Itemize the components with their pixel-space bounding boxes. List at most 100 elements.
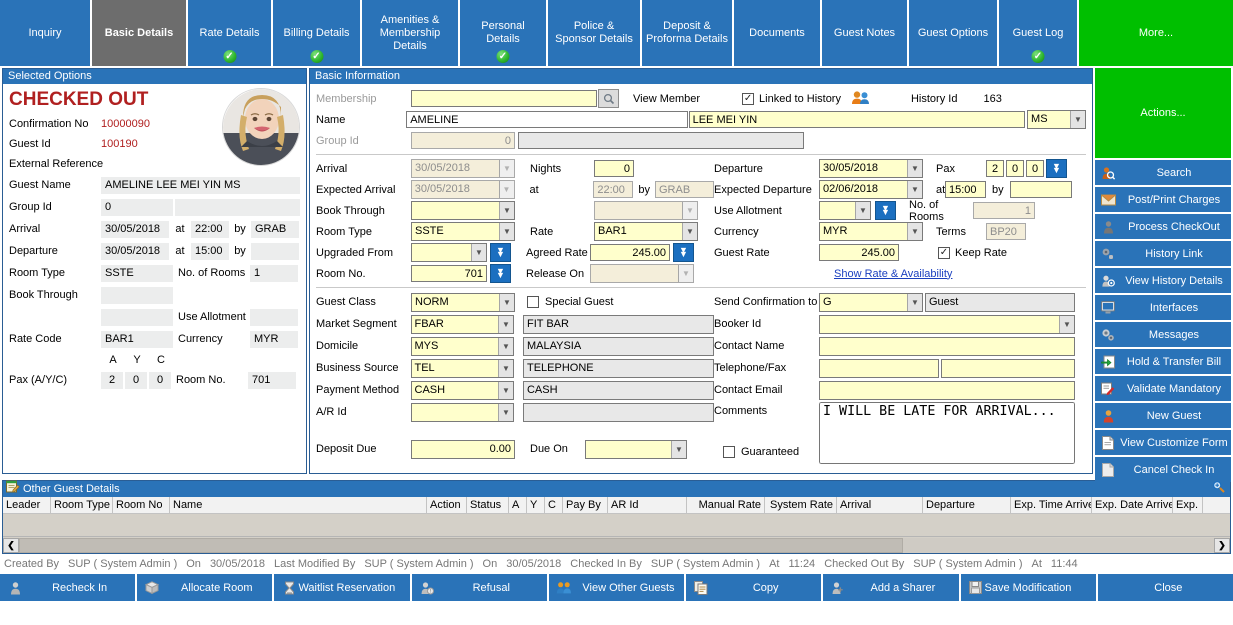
telephone-input[interactable] xyxy=(819,358,939,378)
booker-id-combo[interactable]: ▼ xyxy=(819,314,1075,334)
column-header-name[interactable]: Name xyxy=(170,497,427,513)
arrival-time-input[interactable] xyxy=(593,181,634,198)
upgraded-from-combo[interactable]: ▼ xyxy=(411,243,487,262)
book-through-extra-combo[interactable]: ▼ xyxy=(594,201,698,220)
column-header-y[interactable]: Y xyxy=(527,497,545,513)
tab-guest-notes[interactable]: Guest Notes xyxy=(822,0,909,66)
currency-combo[interactable]: MYR ▼ xyxy=(819,222,923,241)
group-id-input[interactable] xyxy=(411,132,515,149)
pax-adult-input[interactable] xyxy=(986,160,1004,177)
column-header-departure[interactable]: Departure xyxy=(923,497,1011,513)
deposit-due-input[interactable] xyxy=(411,439,515,459)
action-history-link-button[interactable]: History Link xyxy=(1095,241,1231,266)
market-segment-combo[interactable]: FBAR ▼ xyxy=(410,314,514,334)
book-through-combo[interactable]: ▼ xyxy=(411,201,515,220)
scroll-thumb[interactable] xyxy=(19,537,904,553)
payment-method-combo[interactable]: CASH ▼ xyxy=(410,380,514,400)
use-allotment-combo[interactable]: ▼ xyxy=(819,201,871,220)
room-no-input[interactable] xyxy=(411,265,487,282)
save-modification-button[interactable]: Save Modification xyxy=(960,574,1098,601)
linked-to-history-checkbox[interactable]: ✓ xyxy=(742,92,755,105)
membership-input[interactable] xyxy=(411,90,597,107)
action-post-print-charges-button[interactable]: Post/Print Charges xyxy=(1095,187,1231,212)
scroll-track[interactable] xyxy=(19,537,1214,553)
action-cancel-check-in-button[interactable]: Cancel Check In xyxy=(1095,457,1231,482)
tab-inquiry[interactable]: Inquiry xyxy=(0,0,92,66)
scroll-left-button[interactable]: ❮ xyxy=(3,537,19,553)
expected-departure-combo[interactable]: 02/06/2018 ▼ xyxy=(819,180,923,199)
pax-child-input[interactable] xyxy=(1026,160,1044,177)
column-header-status[interactable]: Status xyxy=(467,497,509,513)
ar-id-combo[interactable]: ▼ xyxy=(410,402,514,422)
tab-personal-details[interactable]: Personal Details ✓ xyxy=(460,0,548,66)
column-header-pay-by[interactable]: Pay By xyxy=(563,497,608,513)
fax-input[interactable] xyxy=(941,358,1075,378)
departure-by-input[interactable] xyxy=(1009,181,1072,198)
title-combo[interactable]: MS ▼ xyxy=(1027,110,1086,129)
room-type-combo[interactable]: SSTE ▼ xyxy=(411,222,515,241)
zoom-in-icon[interactable] xyxy=(1212,480,1230,498)
column-header-action[interactable]: Action xyxy=(427,497,467,513)
column-header-exp[interactable]: Exp. xyxy=(1173,497,1203,513)
guest-rate-input[interactable] xyxy=(819,244,899,261)
departure-time-input[interactable] xyxy=(945,181,986,198)
nights-input[interactable] xyxy=(594,160,634,177)
room-no-expand-button[interactable]: ▼ ▼ xyxy=(490,264,511,283)
recheck-in-button[interactable]: Recheck In xyxy=(0,574,138,601)
expected-arrival-combo[interactable]: 30/05/2018 ▼ xyxy=(410,180,515,199)
column-header-room-no[interactable]: Room No xyxy=(113,497,170,513)
tab-guest-options[interactable]: Guest Options xyxy=(909,0,999,66)
contact-name-input[interactable] xyxy=(819,336,1075,356)
pax-expand-button[interactable]: ▼ ▼ xyxy=(1046,159,1067,178)
action-hold-transfer-bill-button[interactable]: Hold & Transfer Bill xyxy=(1095,349,1231,374)
column-header-room-type[interactable]: Room Type xyxy=(51,497,113,513)
action-process-checkout-button[interactable]: Process CheckOut xyxy=(1095,214,1231,239)
action-new-guest-button[interactable]: New Guest xyxy=(1095,403,1231,428)
tab-deposit-proforma-details[interactable]: Deposit & Proforma Details xyxy=(642,0,734,66)
action-messages-button[interactable]: Messages xyxy=(1095,322,1231,347)
magnifier-icon[interactable] xyxy=(598,89,619,108)
tab-documents[interactable]: Documents xyxy=(734,0,822,66)
arrival-date-combo[interactable]: 30/05/2018 ▼ xyxy=(411,159,515,178)
use-allotment-expand-button[interactable]: ▼ ▼ xyxy=(875,201,896,220)
column-header-exp-date-arrive[interactable]: Exp. Date Arrive xyxy=(1092,497,1173,513)
tab-billing-details[interactable]: Billing Details ✓ xyxy=(273,0,362,66)
action-search-button[interactable]: Search xyxy=(1095,160,1231,185)
scroll-right-button[interactable]: ❯ xyxy=(1214,537,1230,553)
guaranteed-checkbox[interactable] xyxy=(723,446,735,458)
release-on-combo[interactable]: ▼ xyxy=(590,264,694,283)
send-confirmation-combo[interactable]: G ▼ xyxy=(819,292,923,312)
first-name-input[interactable] xyxy=(406,111,688,128)
actions-main-button[interactable]: Actions... xyxy=(1095,68,1231,158)
departure-date-combo[interactable]: 30/05/2018 ▼ xyxy=(819,159,923,178)
last-name-input[interactable] xyxy=(688,111,1026,128)
contact-email-input[interactable] xyxy=(819,380,1075,400)
keep-rate-checkbox[interactable]: ✓ xyxy=(938,246,950,259)
show-rate-availability-link[interactable]: Show Rate & Availability xyxy=(834,268,952,280)
column-header-exp-time-arrive[interactable]: Exp. Time Arrive xyxy=(1011,497,1092,513)
rate-combo[interactable]: BAR1 ▼ xyxy=(594,222,698,241)
column-header-arrival[interactable]: Arrival xyxy=(837,497,923,513)
tab-guest-log[interactable]: Guest Log ✓ xyxy=(999,0,1079,66)
domicile-combo[interactable]: MYS ▼ xyxy=(410,336,514,356)
view-other-guests-button[interactable]: View Other Guests xyxy=(548,574,687,601)
copy-button[interactable]: Copy xyxy=(686,574,824,601)
view-member-link[interactable]: View Member xyxy=(633,93,700,105)
column-header-c[interactable]: C xyxy=(545,497,563,513)
refusal-button[interactable]: ! Refusal xyxy=(411,574,549,601)
action-view-history-details-button[interactable]: View History Details xyxy=(1095,268,1231,293)
guest-class-combo[interactable]: NORM ▼ xyxy=(411,292,515,312)
column-header-a[interactable]: A xyxy=(509,497,527,513)
tab-more[interactable]: More... xyxy=(1079,0,1233,66)
special-guest-checkbox[interactable] xyxy=(527,296,539,308)
column-header-manual-rate[interactable]: Manual Rate xyxy=(687,497,765,513)
action-view-customize-form-button[interactable]: View Customize Form xyxy=(1095,430,1231,455)
upgraded-from-expand-button[interactable]: ▼ ▼ xyxy=(490,243,511,262)
tab-rate-details[interactable]: Rate Details ✓ xyxy=(188,0,273,66)
column-header-ar-id[interactable]: AR Id xyxy=(608,497,687,513)
agreed-rate-input[interactable] xyxy=(590,244,670,261)
waitlist-reservation-button[interactable]: Waitlist Reservation xyxy=(274,574,412,601)
business-source-combo[interactable]: TEL ▼ xyxy=(410,358,514,378)
action-interfaces-button[interactable]: Interfaces xyxy=(1095,295,1231,320)
comments-textarea[interactable] xyxy=(819,402,1075,464)
